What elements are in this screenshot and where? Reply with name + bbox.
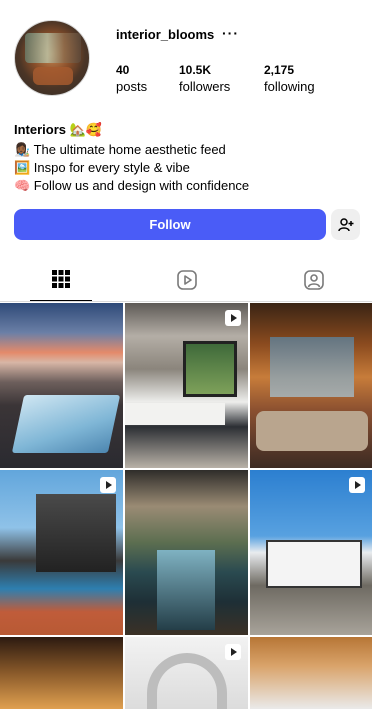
reel-badge-icon (225, 310, 241, 326)
add-user-icon (337, 217, 353, 231)
post-thumbnail[interactable] (250, 470, 372, 635)
reel-badge-icon (100, 477, 116, 493)
bio-line: 👩🏾‍🎨 The ultimate home aesthetic feed (14, 142, 226, 157)
stat-following-value: 2,175 (264, 63, 295, 77)
tabs-divider (0, 301, 372, 302)
post-thumbnail[interactable] (250, 637, 372, 709)
reel-badge-icon (225, 644, 241, 660)
stat-following-label: following (264, 79, 315, 94)
profile-bio: Interiors 🏡🥰 👩🏾‍🎨 The ultimate home aest… (14, 121, 358, 195)
stat-posts-value: 40 (116, 63, 130, 77)
reels-play-icon (177, 269, 197, 290)
tab-reels[interactable] (156, 257, 218, 302)
tab-tagged[interactable] (283, 257, 345, 302)
profile-avatar[interactable] (14, 20, 90, 96)
grid-icon (52, 269, 70, 288)
post-thumbnail[interactable] (125, 303, 248, 468)
stat-posts-label: posts (116, 79, 148, 94)
suggested-users-button[interactable] (331, 209, 360, 240)
stat-posts[interactable]: 40 posts (116, 63, 147, 94)
tagged-person-icon (304, 269, 324, 290)
post-thumbnail[interactable] (0, 470, 123, 635)
post-thumbnail[interactable] (125, 637, 248, 709)
stat-followers-label: followers (179, 79, 231, 94)
bio-line: 🧠 Follow us and design with confidence (14, 178, 250, 193)
tab-posts-grid[interactable] (30, 257, 92, 302)
post-thumbnail[interactable] (125, 470, 248, 635)
profile-username: interior_blooms (116, 27, 215, 42)
post-thumbnail[interactable] (250, 303, 372, 468)
more-options-icon[interactable]: ··· (222, 25, 239, 41)
stat-followers[interactable]: 10.5K followers (179, 63, 230, 94)
post-thumbnail[interactable] (0, 637, 123, 709)
follow-button[interactable]: Follow (14, 209, 326, 240)
reel-badge-icon (349, 477, 365, 493)
bio-name: Interiors 🏡🥰 (14, 122, 102, 137)
post-thumbnail[interactable] (0, 303, 123, 468)
stat-followers-value: 10.5K (179, 63, 212, 77)
posts-grid (0, 303, 372, 709)
stat-following[interactable]: 2,175 following (264, 63, 315, 94)
bio-line: 🖼️ Inspo for every style & vibe (14, 160, 190, 175)
profile-header: interior_blooms ··· 40 posts 10.5K follo… (0, 0, 372, 120)
profile-tabs (0, 257, 372, 302)
